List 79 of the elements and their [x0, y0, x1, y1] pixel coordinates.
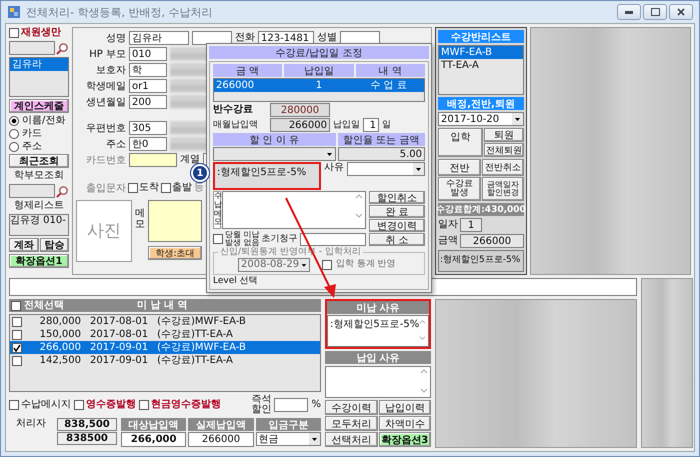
field-label: 처리자	[15, 418, 47, 430]
section-header: 납입 사유	[325, 351, 431, 364]
field-label: 매월납입액	[213, 120, 259, 130]
column-header: 할 인 이 유	[213, 133, 336, 146]
field-label: 사유	[324, 162, 344, 174]
memo-label: 수납메모	[213, 191, 221, 229]
item-text: (수강료)MWF-EA-B	[157, 341, 246, 354]
field-label: 생년월일	[85, 96, 126, 109]
column-header: 실제납입액	[188, 418, 254, 431]
checkbox-label: 재원생만	[21, 27, 61, 39]
checkbox-label: 입학 통계 반영	[336, 259, 396, 270]
instant-discount-label: 즉석 할인	[251, 395, 272, 415]
date-text: 2017-09-01	[90, 341, 148, 354]
table-cell-text: 266000	[216, 79, 256, 92]
parent-search-label: 학부모조회	[13, 170, 65, 182]
column-header: 할인율 또는 금액	[338, 133, 425, 146]
checkbox-label: 전체선택	[24, 300, 64, 312]
checkbox-label: 등	[194, 182, 204, 194]
table-cell-text: 1	[314, 79, 324, 92]
field-label: 반수강료	[213, 104, 254, 116]
sibling-list-label: 형제리스트	[13, 200, 65, 212]
window-title: 전체처리- 학생등록, 반배정, 수납처리	[26, 4, 212, 20]
level-label: Level 선택	[213, 276, 259, 287]
date-text: 2017-08-01	[90, 328, 148, 341]
field-label: HP 부모	[88, 48, 126, 61]
date-text: 2017-08-01	[90, 315, 148, 328]
field-label: 초기청구	[262, 234, 298, 244]
total-field: 838500	[57, 432, 117, 445]
field-label: 납입일	[333, 120, 360, 130]
field-label: 계열	[180, 154, 200, 166]
unit-label: 일	[382, 120, 391, 130]
amount-text: 266,000	[38, 341, 81, 354]
field-label: 성별	[317, 32, 337, 44]
base-fee-field: 280000	[270, 103, 330, 117]
dialog-title: 수강료/납입일 조정	[209, 46, 429, 59]
field-label: 카드번호	[85, 154, 126, 167]
column-header: 대상납입액	[121, 418, 186, 431]
discount-reason-box: :형제할인5프로-5%	[213, 162, 321, 190]
field-label: 전화	[235, 32, 255, 44]
field-label: 보호자	[95, 64, 126, 77]
item-text: (수강료)MWF-EA-B	[157, 315, 246, 328]
radio-label: 이름/전화	[22, 114, 66, 126]
radio-label: 카드	[22, 128, 42, 140]
field-label: 출입문자	[85, 182, 126, 195]
checkbox-label: 영수증발행	[86, 399, 136, 411]
amount-text: 280,000	[38, 315, 81, 328]
section-header: 미납 사유	[327, 301, 429, 314]
column-header: 입금구분	[256, 418, 321, 431]
field-label: 일자	[438, 219, 458, 231]
radio-label: 주소	[22, 140, 42, 152]
table-cell-text: 수 업 료	[369, 79, 408, 92]
field-label: 성명	[105, 32, 126, 45]
panel-header: 배정,전반,퇴원	[438, 97, 524, 110]
field-label: 우편번호	[85, 122, 126, 135]
item-text: (수강료)TT-EA-A	[157, 354, 233, 367]
percent-label: %	[311, 399, 321, 411]
note-field: :형제할인5프로-5%	[438, 250, 524, 272]
field-label: 금액	[438, 235, 458, 247]
checkbox-label: 현금영수증발행	[151, 399, 221, 411]
memo-label: 메모	[135, 208, 145, 230]
item-text: (수강료)TT-EA-A	[157, 328, 233, 341]
callout-badge: 1	[191, 164, 209, 182]
amount-text: 142,500	[38, 354, 81, 367]
list-title: 미 납 내 역	[137, 300, 188, 312]
checkbox-label: 수납메시지	[21, 399, 71, 411]
amount-text: 150,000	[38, 328, 81, 341]
checkbox-label: 당월 미납 발생 없음	[225, 231, 260, 247]
field-label: 주소	[105, 138, 126, 151]
checkbox-label: 도착	[139, 182, 159, 194]
column-header: 금 액	[213, 64, 282, 77]
photo-label: 사진	[87, 220, 121, 242]
panel-header: 수강반리스트	[438, 30, 524, 43]
target-amount-field: 266,000	[121, 432, 186, 447]
date-text: 2017-09-01	[90, 354, 148, 367]
column-header: 납입일	[284, 64, 354, 77]
checkbox-label: 출발	[172, 182, 192, 194]
field-label: 학생메일	[85, 80, 126, 93]
column-header: 내 역	[356, 64, 425, 77]
total-field: 838,500	[57, 418, 117, 431]
